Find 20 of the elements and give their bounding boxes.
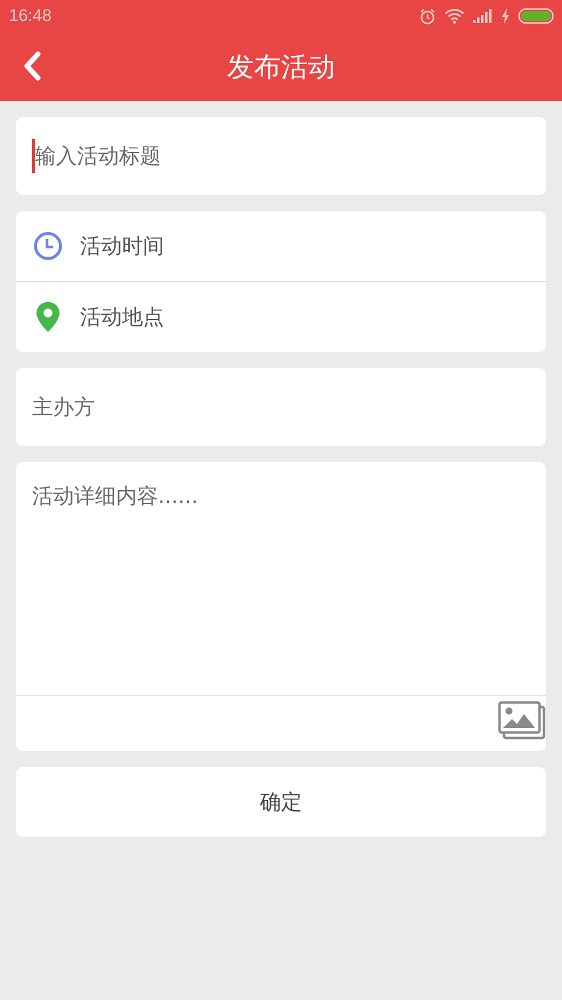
signal-icon (473, 9, 493, 23)
details-text-area[interactable]: 活动详细内容...... (16, 462, 546, 696)
back-button[interactable] (22, 51, 42, 81)
charging-icon (501, 8, 510, 24)
organizer-input-field[interactable]: 主办方 (16, 368, 546, 446)
title-input-field[interactable]: 输入活动标题 (16, 117, 546, 195)
option-row[interactable]: 活动地点 (16, 281, 546, 352)
page-title: 发布活动 (227, 50, 335, 84)
status-time: 16:48 (9, 6, 52, 26)
add-image-icon[interactable] (498, 701, 546, 741)
confirm-button[interactable]: 确定 (16, 767, 546, 837)
wifi-icon (444, 8, 465, 24)
option-label: 活动时间 (80, 233, 164, 260)
battery-icon (518, 8, 554, 24)
option-row[interactable]: 活动时间 (16, 211, 546, 281)
back-chevron-icon (22, 51, 42, 81)
location-pin-icon (35, 301, 61, 333)
clock-icon (33, 231, 63, 261)
option-label: 活动地点 (80, 304, 164, 331)
alarm-clock-icon (419, 8, 436, 24)
